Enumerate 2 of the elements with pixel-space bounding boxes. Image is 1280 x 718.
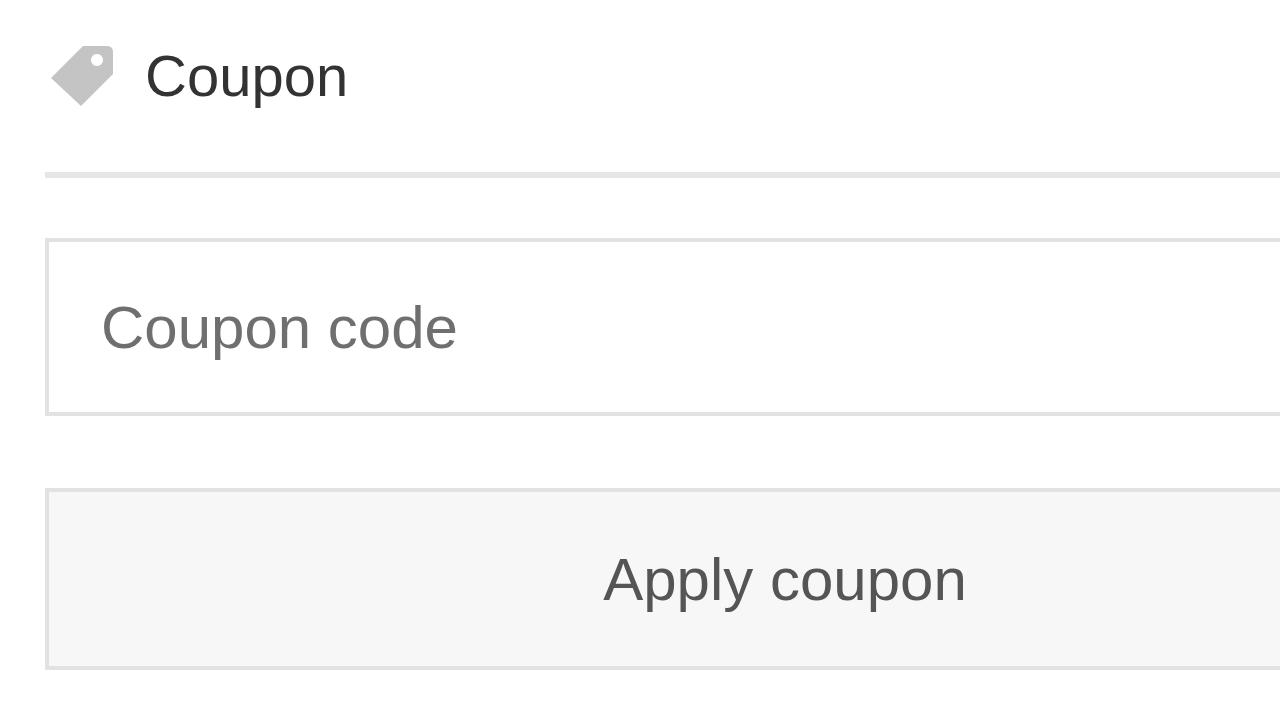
apply-coupon-button[interactable]: Apply coupon	[45, 488, 1280, 670]
coupon-code-field[interactable]: Coupon code	[45, 238, 1280, 416]
